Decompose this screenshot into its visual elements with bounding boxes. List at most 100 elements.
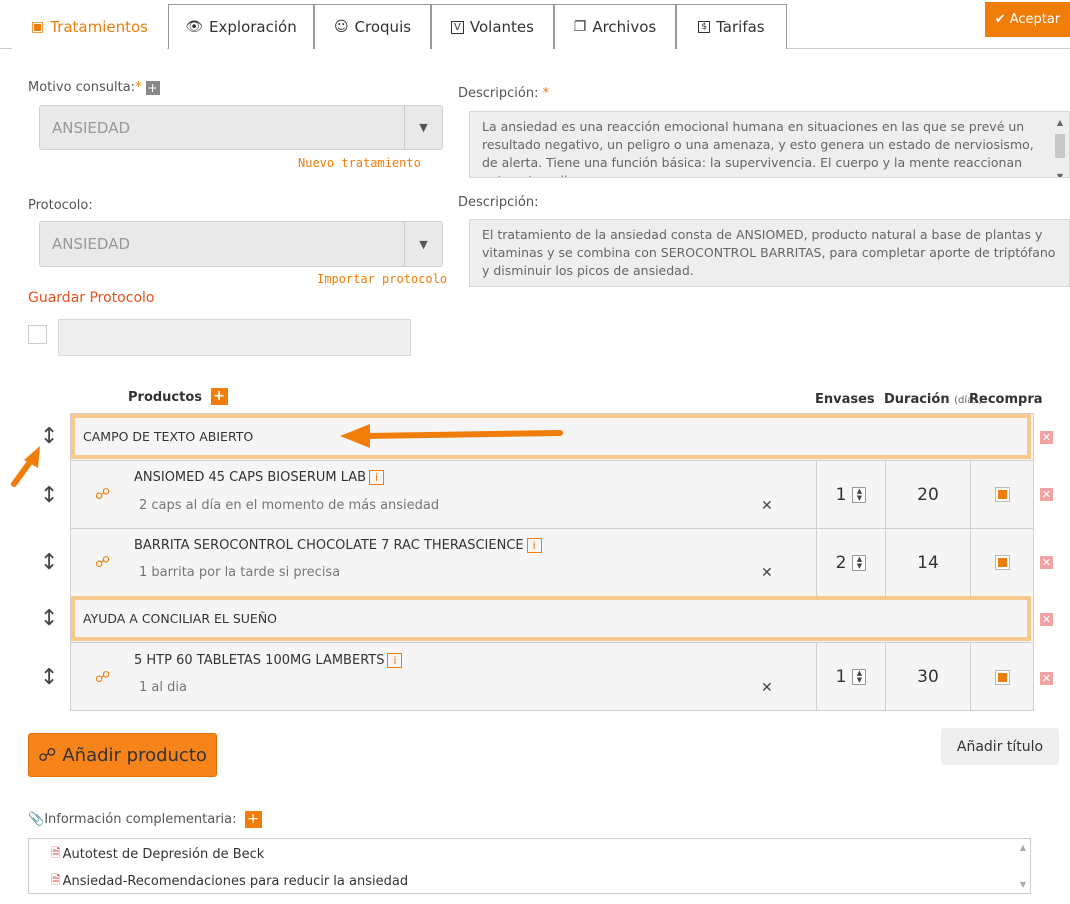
duracion-header: Duración (días) bbox=[884, 392, 982, 407]
envases-stepper[interactable]: ▲ ▼ bbox=[852, 669, 867, 685]
product-note[interactable]: 1 barrita por la tarde si precisa bbox=[139, 565, 340, 580]
list-item-text: Autotest de Depresión de Beck bbox=[62, 847, 265, 862]
envases-cell: 2 ▲ ▼ bbox=[816, 529, 885, 596]
duracion-cell: 14 bbox=[885, 529, 970, 596]
drag-handle-icon[interactable]: ↕ bbox=[40, 606, 58, 631]
product-row: ☍ BARRITA SEROCONTROL CHOCOLATE 7 RAC TH… bbox=[71, 528, 1033, 596]
product-name-text: 5 HTP 60 TABLETAS 100MG LAMBERTS bbox=[134, 653, 385, 668]
list-item[interactable]: 🗎 Ansiedad-Recomendaciones para reducir … bbox=[51, 871, 408, 892]
duracion-value[interactable]: 30 bbox=[917, 667, 939, 687]
list-item[interactable]: 🗎 Autotest de Depresión de Beck bbox=[51, 844, 264, 865]
envases-value[interactable]: 1 bbox=[836, 667, 847, 687]
nuevo-tratamiento-link[interactable]: Nuevo tratamiento bbox=[298, 156, 421, 170]
info-icon[interactable]: i bbox=[526, 538, 542, 553]
drag-handle-icon[interactable]: ↕ bbox=[40, 665, 58, 690]
descripcion2-textarea[interactable]: El tratamiento de la ansiedad consta de … bbox=[469, 219, 1070, 287]
clear-note-icon[interactable]: ✕ bbox=[761, 498, 773, 514]
recompra-cell bbox=[970, 529, 1033, 596]
duracion-value[interactable]: 14 bbox=[917, 553, 939, 573]
required-mark: * bbox=[135, 80, 142, 95]
add-title-button[interactable]: Añadir título bbox=[941, 728, 1059, 765]
guardar-protocolo-link[interactable]: Guardar Protocolo bbox=[28, 290, 154, 306]
guardar-protocolo-checkbox[interactable] bbox=[28, 325, 47, 344]
document-v-icon: V bbox=[451, 20, 464, 34]
title-row-text: AYUDA A CONCILIAR EL SUEÑO bbox=[83, 611, 278, 626]
recompra-checkbox[interactable] bbox=[994, 669, 1010, 685]
descripcion1-text: La ansiedad es una reacción emocional hu… bbox=[482, 119, 1034, 177]
motivo-select[interactable]: ANSIEDAD ▼ bbox=[39, 105, 443, 150]
tab-volantes[interactable]: V Volantes bbox=[431, 4, 554, 49]
title-row[interactable]: AYUDA A CONCILIAR EL SUEÑO bbox=[71, 596, 1031, 641]
product-row: ☍ 5 HTP 60 TABLETAS 100MG LAMBERTS i 1 al… bbox=[71, 642, 1033, 711]
descripcion1-label-text: Descripción: bbox=[458, 86, 539, 101]
delete-row-icon[interactable]: ✕ bbox=[1040, 613, 1053, 626]
add-info-icon[interactable]: + bbox=[244, 811, 262, 828]
clear-note-icon[interactable]: ✕ bbox=[761, 680, 773, 696]
duracion-cell: 20 bbox=[885, 461, 970, 528]
descripcion1-textarea[interactable]: La ansiedad es una reacción emocional hu… bbox=[469, 111, 1070, 178]
paperclip-icon: 📎 bbox=[28, 812, 45, 827]
scrollbar[interactable]: ▲ ▼ bbox=[1053, 114, 1067, 177]
tab-label: Archivos bbox=[592, 18, 657, 36]
basket-plus-icon: ☍ bbox=[38, 744, 57, 766]
add-motivo-icon[interactable]: + bbox=[145, 80, 160, 95]
drag-handle-icon[interactable]: ↕ bbox=[40, 550, 58, 575]
tab-tratamientos[interactable]: ▣ Tratamientos bbox=[12, 4, 167, 50]
product-note[interactable]: 2 caps al día en el momento de más ansie… bbox=[139, 498, 439, 513]
motivo-value: ANSIEDAD bbox=[52, 118, 131, 137]
required-mark: * bbox=[538, 86, 550, 101]
product-note[interactable]: 1 al dia bbox=[139, 680, 187, 695]
delete-row-icon[interactable]: ✕ bbox=[1040, 488, 1053, 501]
scroll-down-icon[interactable]: ▼ bbox=[1020, 880, 1026, 889]
importar-protocolo-link[interactable]: Importar protocolo bbox=[317, 272, 447, 286]
tab-tarifas[interactable]: $ Tarifas bbox=[676, 4, 787, 49]
clear-note-icon[interactable]: ✕ bbox=[761, 565, 773, 581]
protocolo-name-input[interactable] bbox=[58, 319, 411, 356]
medical-kit-icon: ▣ bbox=[30, 19, 45, 35]
delete-row-icon[interactable]: ✕ bbox=[1040, 431, 1053, 444]
info-icon[interactable]: i bbox=[387, 653, 403, 668]
accept-button[interactable]: ✔ Aceptar bbox=[985, 2, 1070, 37]
tab-label: Exploración bbox=[209, 18, 297, 36]
tab-label: Volantes bbox=[469, 18, 534, 36]
add-product-button[interactable]: ☍ Añadir producto bbox=[28, 733, 217, 777]
product-name: 5 HTP 60 TABLETAS 100MG LAMBERTS i bbox=[134, 653, 403, 668]
tab-archivos[interactable]: ❐ Archivos bbox=[554, 4, 676, 49]
scroll-thumb[interactable] bbox=[1055, 134, 1065, 158]
envases-stepper[interactable]: ▲ ▼ bbox=[852, 486, 867, 503]
recompra-header: Recompra bbox=[969, 392, 1043, 407]
duracion-value[interactable]: 20 bbox=[917, 485, 939, 505]
envases-header: Envases bbox=[815, 392, 875, 407]
money-icon: $ bbox=[698, 21, 711, 33]
descripcion1-label: Descripción: * bbox=[458, 86, 549, 101]
tab-croquis[interactable]: ☺ Croquis bbox=[314, 4, 431, 49]
protocolo-label: Protocolo: bbox=[28, 198, 93, 213]
envases-value[interactable]: 2 bbox=[836, 553, 847, 573]
basket-icon: ☍ bbox=[95, 668, 111, 686]
recompra-cell bbox=[970, 461, 1033, 528]
protocolo-value: ANSIEDAD bbox=[52, 235, 131, 253]
delete-row-icon[interactable]: ✕ bbox=[1040, 672, 1053, 685]
dropdown-arrow-icon: ▼ bbox=[404, 106, 442, 149]
descripcion2-label: Descripción: bbox=[458, 195, 539, 210]
recompra-checkbox[interactable] bbox=[994, 555, 1010, 570]
envases-cell: 1 ▲ ▼ bbox=[816, 643, 885, 711]
eye-icon: 👁 bbox=[185, 19, 204, 35]
recompra-checkbox[interactable] bbox=[994, 487, 1010, 502]
scroll-down-icon[interactable]: ▼ bbox=[1053, 168, 1067, 177]
basket-icon: ☍ bbox=[95, 553, 111, 571]
tab-exploracion[interactable]: 👁 Exploración bbox=[168, 4, 314, 49]
scroll-up-icon[interactable]: ▲ bbox=[1053, 114, 1067, 132]
descripcion2-text: El tratamiento de la ansiedad consta de … bbox=[482, 227, 1056, 278]
protocolo-select[interactable]: ANSIEDAD ▼ bbox=[39, 221, 443, 267]
product-name: BARRITA SEROCONTROL CHOCOLATE 7 RAC THER… bbox=[134, 538, 542, 553]
duracion-cell: 30 bbox=[885, 643, 970, 711]
envases-value[interactable]: 1 bbox=[836, 485, 847, 505]
envases-stepper[interactable]: ▲ ▼ bbox=[852, 554, 867, 571]
scroll-up-icon[interactable]: ▲ bbox=[1020, 843, 1026, 852]
add-product-label: Añadir producto bbox=[62, 744, 207, 766]
duracion-header-text: Duración bbox=[884, 392, 950, 407]
recompra-cell bbox=[970, 643, 1033, 711]
delete-row-icon[interactable]: ✕ bbox=[1040, 556, 1053, 569]
annotation-arrows bbox=[11, 424, 563, 487]
